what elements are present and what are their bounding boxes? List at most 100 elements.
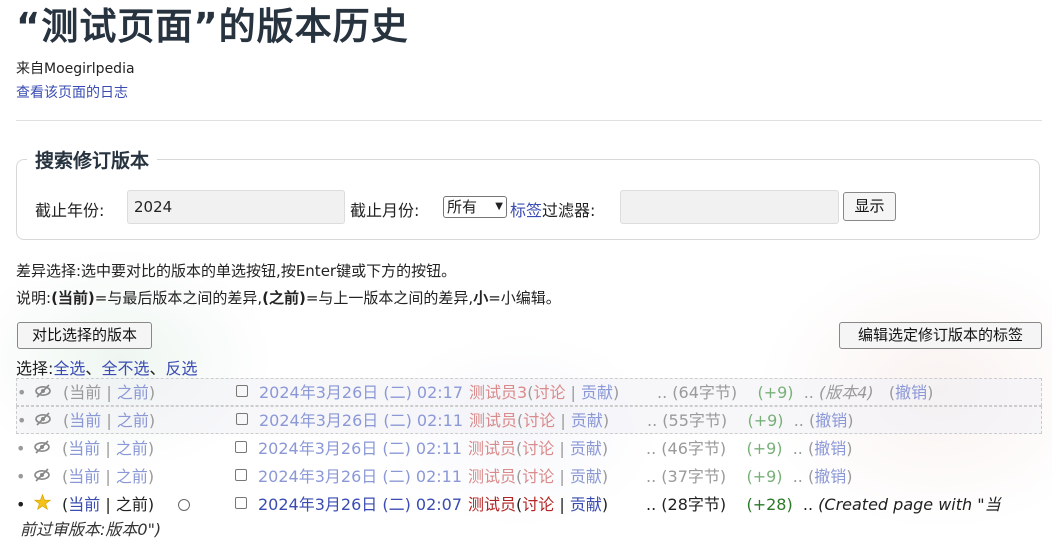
tag-filter-label: 标签过滤器: xyxy=(510,197,595,221)
revision-size: (46字节) xyxy=(661,439,727,458)
revision-size: (55字节) xyxy=(662,411,728,430)
contribs-link[interactable]: 贡献 xyxy=(570,495,602,514)
search-legend: 搜索修订版本 xyxy=(35,150,150,172)
tag-filter-input[interactable] xyxy=(620,190,839,224)
revision-row: • (当前 | 之前) 2024年3月26日 (二) 02:11 测试员(讨论 … xyxy=(16,406,1042,434)
talk-link[interactable]: 讨论 xyxy=(522,439,554,458)
revision-checkbox[interactable] xyxy=(236,385,248,397)
eye-slash-icon xyxy=(34,463,50,491)
prev-term: (之前) xyxy=(262,289,306,307)
cur-prev-links: (当前 | 之前) xyxy=(63,411,156,430)
cur-prev-links: (当前 | 之前) xyxy=(62,495,155,514)
eye-slash-icon xyxy=(34,435,50,463)
talk-link[interactable]: 讨论 xyxy=(533,383,565,402)
revision-row: • (当前 | 之前) 2024年3月26日 (二) 02:07 测试员(讨论 … xyxy=(16,491,1042,519)
revision-checkbox[interactable] xyxy=(236,413,248,425)
talk-link[interactable]: 讨论 xyxy=(523,411,555,430)
talk-link[interactable]: 讨论 xyxy=(522,467,554,486)
revision-tail: .. (28字节) (+28) .. (Created page with "当 xyxy=(646,495,1001,514)
talk-link[interactable]: 讨论 xyxy=(522,495,554,514)
revision-tail: .. (55字节) (+9) .. (撤销) xyxy=(647,411,854,430)
revision-user: 测试员(讨论 | 贡献) xyxy=(469,411,610,430)
cur-link[interactable]: 当前 xyxy=(68,467,100,486)
size-diff: (+9) xyxy=(746,467,783,486)
contribs-link[interactable]: 贡献 xyxy=(581,383,613,402)
bullet: • xyxy=(16,467,26,486)
diff-instructions: 差异选择:选中要对比的版本的单选按钮,按Enter键或下方的按钮。 xyxy=(16,262,457,280)
star-icon xyxy=(33,491,52,519)
edit-summary: (Created page with "当 xyxy=(818,495,1001,514)
revision-user: 测试员(讨论 | 贡献) xyxy=(468,495,609,514)
revision-size: (37字节) xyxy=(661,467,727,486)
year-input[interactable]: 2024 xyxy=(127,190,345,224)
cur-link[interactable]: 当前 xyxy=(68,495,100,514)
cur-text: 当前 xyxy=(69,383,102,402)
bullet: • xyxy=(16,439,26,458)
month-select[interactable]: 所有 ▼ xyxy=(443,196,507,218)
bullet: • xyxy=(16,495,26,514)
month-select-value: 所有 xyxy=(447,198,478,216)
revision-date-link[interactable]: 2024年3月26日 (二) 02:11 xyxy=(258,435,462,463)
revision-date-link[interactable]: 2024年3月26日 (二) 02:07 xyxy=(258,491,462,519)
eye-slash-icon xyxy=(35,379,51,407)
cur-link[interactable]: 当前 xyxy=(69,411,101,430)
view-log-link[interactable]: 查看该页面的日志 xyxy=(16,82,128,102)
select-all-link[interactable]: 全选 xyxy=(53,359,85,378)
cur-link[interactable]: 当前 xyxy=(68,439,100,458)
revision-checkbox[interactable] xyxy=(235,497,247,509)
minor-term: 小 xyxy=(473,289,489,307)
undo-link[interactable]: 撤销 xyxy=(814,467,846,486)
undo-link[interactable]: 撤销 xyxy=(814,439,846,458)
prev-link[interactable]: 之前 xyxy=(116,467,148,486)
revision-checkbox[interactable] xyxy=(235,469,247,481)
undo-link[interactable]: 撤销 xyxy=(895,383,927,402)
chevron-down-icon: ▼ xyxy=(495,201,503,212)
diff-radio[interactable] xyxy=(178,499,190,511)
revision-checkbox[interactable] xyxy=(235,441,247,453)
prev-desc: =与上一版本之间的差异, xyxy=(305,289,474,307)
cur-prev-links: (当前 | 之前) xyxy=(62,439,155,458)
revision-date-link[interactable]: 2024年3月26日 (二) 02:11 xyxy=(259,407,463,435)
user-link[interactable]: 测试员 xyxy=(468,467,516,486)
revision-tail: .. (64字节) (+9) .. (版本4) (撤销) xyxy=(657,383,934,402)
revision-date-link[interactable]: 2024年3月26日 (二) 02:11 xyxy=(258,463,462,491)
selection-line: 选择:全选、全不选、反选 xyxy=(16,359,198,378)
contribs-link[interactable]: 贡献 xyxy=(570,439,602,458)
minor-desc: =小编辑。 xyxy=(488,289,561,307)
revision-tail: .. (46字节) (+9) .. (撤销) xyxy=(646,439,853,458)
cur-term: (当前) xyxy=(51,289,95,307)
user-link[interactable]: 测试员3 xyxy=(469,383,527,402)
revision-date-link[interactable]: 2024年3月26日 (二) 02:17 xyxy=(259,379,463,407)
revision-row: • (当前 | 之前) 2024年3月26日 (二) 02:17 测试员3(讨论… xyxy=(16,378,1042,406)
show-button[interactable]: 显示 xyxy=(843,192,896,221)
user-link[interactable]: 测试员 xyxy=(469,411,517,430)
edit-summary: (版本4) xyxy=(818,383,874,402)
tag-link[interactable]: 标签 xyxy=(510,201,542,220)
revision-tail: .. (37字节) (+9) .. (撤销) xyxy=(646,467,853,486)
contribs-link[interactable]: 贡献 xyxy=(571,411,603,430)
prev-link[interactable]: 之前 xyxy=(117,411,149,430)
size-diff: (+9) xyxy=(746,439,783,458)
cur-prev-links: (当前 | 之前) xyxy=(62,467,155,486)
prev-link[interactable]: 之前 xyxy=(116,439,148,458)
user-link[interactable]: 测试员 xyxy=(468,495,516,514)
month-label: 截止月份: xyxy=(350,201,420,220)
page-title: “测试页面”的版本历史 xyxy=(16,5,409,48)
undo-link[interactable]: 撤销 xyxy=(815,411,847,430)
legend-prefix: 说明: xyxy=(16,289,52,307)
contribs-link[interactable]: 贡献 xyxy=(570,467,602,486)
prev-link[interactable]: 之前 xyxy=(117,383,149,402)
revision-size: (28字节) xyxy=(661,495,727,514)
edit-tags-button[interactable]: 编辑选定修订版本的标签 xyxy=(839,322,1042,349)
select-invert-link[interactable]: 反选 xyxy=(165,359,197,378)
select-none-link[interactable]: 全不选 xyxy=(101,359,149,378)
year-label: 截止年份: xyxy=(35,201,105,220)
compare-revisions-button[interactable]: 对比选择的版本 xyxy=(17,322,152,349)
page-subtitle: 来自Moegirlpedia xyxy=(16,61,135,77)
bullet: • xyxy=(17,411,27,430)
prev-text: 之前 xyxy=(115,495,148,514)
revision-row: • (当前 | 之前) 2024年3月26日 (二) 02:11 测试员(讨论 … xyxy=(16,463,1042,491)
user-link[interactable]: 测试员 xyxy=(468,439,516,458)
eye-slash-icon xyxy=(35,407,51,435)
edit-summary-continuation: 前过审版本:版本0") xyxy=(20,520,162,539)
